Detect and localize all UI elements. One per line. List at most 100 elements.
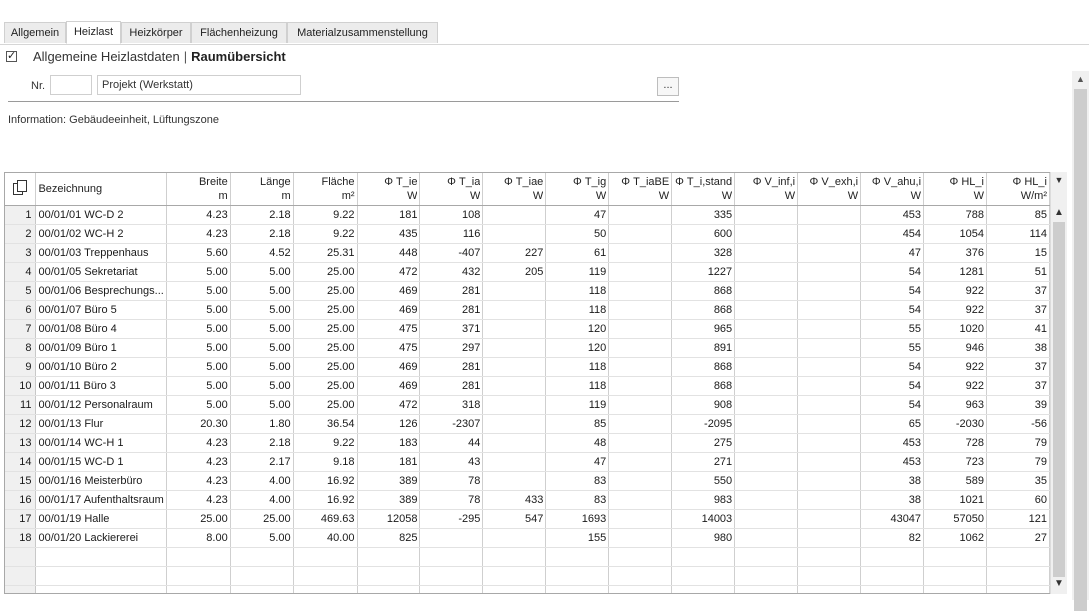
- table-cell[interactable]: 114: [986, 224, 1050, 244]
- row-number[interactable]: 18: [5, 528, 37, 548]
- nr-input[interactable]: [50, 75, 92, 95]
- table-cell[interactable]: [482, 471, 547, 491]
- table-cell[interactable]: 275: [671, 433, 736, 453]
- table-cell[interactable]: [608, 224, 673, 244]
- table-cell[interactable]: 37: [986, 376, 1050, 396]
- table-cell[interactable]: [797, 300, 862, 320]
- table-cell[interactable]: [797, 376, 862, 396]
- table-cell[interactable]: 469: [357, 281, 421, 301]
- table-cell[interactable]: 108: [419, 205, 484, 225]
- table-cell[interactable]: 589: [923, 471, 987, 491]
- table-cell[interactable]: [482, 528, 547, 548]
- table-cell[interactable]: 728: [923, 433, 987, 453]
- table-cell[interactable]: 54: [860, 300, 925, 320]
- table-cell[interactable]: 25.00: [293, 319, 358, 339]
- table-cell[interactable]: 16.92: [293, 490, 358, 510]
- table-row[interactable]: 15 00/01/16 Meisterbüro 4.23 4.00 16.92 389 78…: [5, 471, 1050, 491]
- table-cell[interactable]: 25.00: [293, 376, 358, 396]
- table-cell[interactable]: 371: [419, 319, 484, 339]
- column-header[interactable]: Φ T_ig W: [545, 173, 610, 206]
- row-number[interactable]: 14: [5, 452, 37, 472]
- table-cell[interactable]: 868: [671, 281, 736, 301]
- table-row[interactable]: 1 00/01/01 WC-D 2 4.23 2.18 9.22 181 108 47 335 4…: [5, 205, 1050, 225]
- table-cell[interactable]: 547: [482, 509, 547, 529]
- table-cell[interactable]: [608, 262, 673, 282]
- table-cell[interactable]: 922: [923, 281, 987, 301]
- table-cell[interactable]: 469: [357, 357, 421, 377]
- table-cell[interactable]: 1227: [671, 262, 736, 282]
- table-cell[interactable]: 43: [419, 452, 484, 472]
- tab-allgemein[interactable]: Allgemein: [4, 22, 66, 43]
- room-name-cell[interactable]: 00/01/05 Sekretariat: [35, 262, 167, 282]
- row-number[interactable]: 9: [5, 357, 37, 377]
- header-checkbox[interactable]: [6, 49, 17, 62]
- table-cell[interactable]: 5.00: [230, 281, 294, 301]
- table-cell[interactable]: 1281: [923, 262, 987, 282]
- table-cell[interactable]: 37: [986, 300, 1050, 320]
- table-cell[interactable]: 79: [986, 433, 1050, 453]
- table-cell[interactable]: 43047: [860, 509, 925, 529]
- room-name-cell[interactable]: 00/01/14 WC-H 1: [35, 433, 167, 453]
- table-row[interactable]: 18 00/01/20 Lackiererei 8.00 5.00 40.00 825 15…: [5, 528, 1050, 548]
- table-cell[interactable]: 318: [419, 395, 484, 415]
- row-number[interactable]: 6: [5, 300, 37, 320]
- table-cell[interactable]: 40.00: [293, 528, 358, 548]
- table-cell[interactable]: 946: [923, 338, 987, 358]
- table-cell[interactable]: 85: [986, 205, 1050, 225]
- row-number[interactable]: 5: [5, 281, 37, 301]
- table-cell[interactable]: [482, 452, 547, 472]
- table-cell[interactable]: 27: [986, 528, 1050, 548]
- table-cell[interactable]: 47: [545, 205, 610, 225]
- table-cell[interactable]: 60: [986, 490, 1050, 510]
- table-cell[interactable]: 121: [986, 509, 1050, 529]
- table-cell[interactable]: 448: [357, 243, 421, 263]
- table-cell[interactable]: 922: [923, 300, 987, 320]
- table-cell[interactable]: 271: [671, 452, 736, 472]
- tab-flaechenheizung[interactable]: Flächenheizung: [191, 22, 287, 43]
- table-cell[interactable]: 36.54: [293, 414, 358, 434]
- table-cell[interactable]: [608, 395, 673, 415]
- table-cell[interactable]: 181: [357, 452, 421, 472]
- table-cell[interactable]: 35: [986, 471, 1050, 491]
- table-cell[interactable]: 4.00: [230, 471, 294, 491]
- room-name-cell[interactable]: 00/01/03 Treppenhaus: [35, 243, 167, 263]
- table-cell[interactable]: 57050: [923, 509, 987, 529]
- table-cell[interactable]: 82: [860, 528, 925, 548]
- table-cell[interactable]: 600: [671, 224, 736, 244]
- table-row[interactable]: 17 00/01/19 Halle 25.00 25.00 469.63 12058 -29…: [5, 509, 1050, 529]
- table-cell[interactable]: 54: [860, 376, 925, 396]
- table-cell[interactable]: 14003: [671, 509, 736, 529]
- table-cell[interactable]: 51: [986, 262, 1050, 282]
- table-cell[interactable]: 85: [545, 414, 610, 434]
- room-name-cell[interactable]: 00/01/19 Halle: [35, 509, 167, 529]
- table-cell[interactable]: [482, 224, 547, 244]
- table-cell[interactable]: 469: [357, 300, 421, 320]
- scroll-up-icon[interactable]: ▲: [1072, 71, 1089, 87]
- table-cell[interactable]: 9.18: [293, 452, 358, 472]
- table-row[interactable]: 3 00/01/03 Treppenhaus 5.60 4.52 25.31 448 -40…: [5, 243, 1050, 263]
- table-cell[interactable]: [608, 319, 673, 339]
- table-cell[interactable]: [482, 319, 547, 339]
- room-name-cell[interactable]: 00/01/12 Personalraum: [35, 395, 167, 415]
- table-cell[interactable]: 335: [671, 205, 736, 225]
- table-cell[interactable]: [734, 205, 799, 225]
- table-row[interactable]: 4 00/01/05 Sekretariat 5.00 5.00 25.00 472 432…: [5, 262, 1050, 282]
- table-cell[interactable]: [482, 281, 547, 301]
- table-cell[interactable]: [797, 509, 862, 529]
- table-cell[interactable]: 5.00: [230, 376, 294, 396]
- table-scroll-up-icon[interactable]: ▲: [1051, 207, 1067, 221]
- table-cell[interactable]: [482, 338, 547, 358]
- table-cell[interactable]: [608, 452, 673, 472]
- table-cell[interactable]: 4.23: [166, 490, 231, 510]
- table-cell[interactable]: 78: [419, 471, 484, 491]
- table-cell[interactable]: [797, 414, 862, 434]
- table-cell[interactable]: 475: [357, 319, 421, 339]
- table-cell[interactable]: 1693: [545, 509, 610, 529]
- table-cell[interactable]: 118: [545, 281, 610, 301]
- table-cell[interactable]: 37: [986, 357, 1050, 377]
- table-cell[interactable]: [734, 262, 799, 282]
- table-cell[interactable]: 25.00: [293, 357, 358, 377]
- column-header[interactable]: Φ T_iaBE W: [608, 173, 673, 206]
- table-cell[interactable]: [608, 376, 673, 396]
- table-cell[interactable]: [797, 243, 862, 263]
